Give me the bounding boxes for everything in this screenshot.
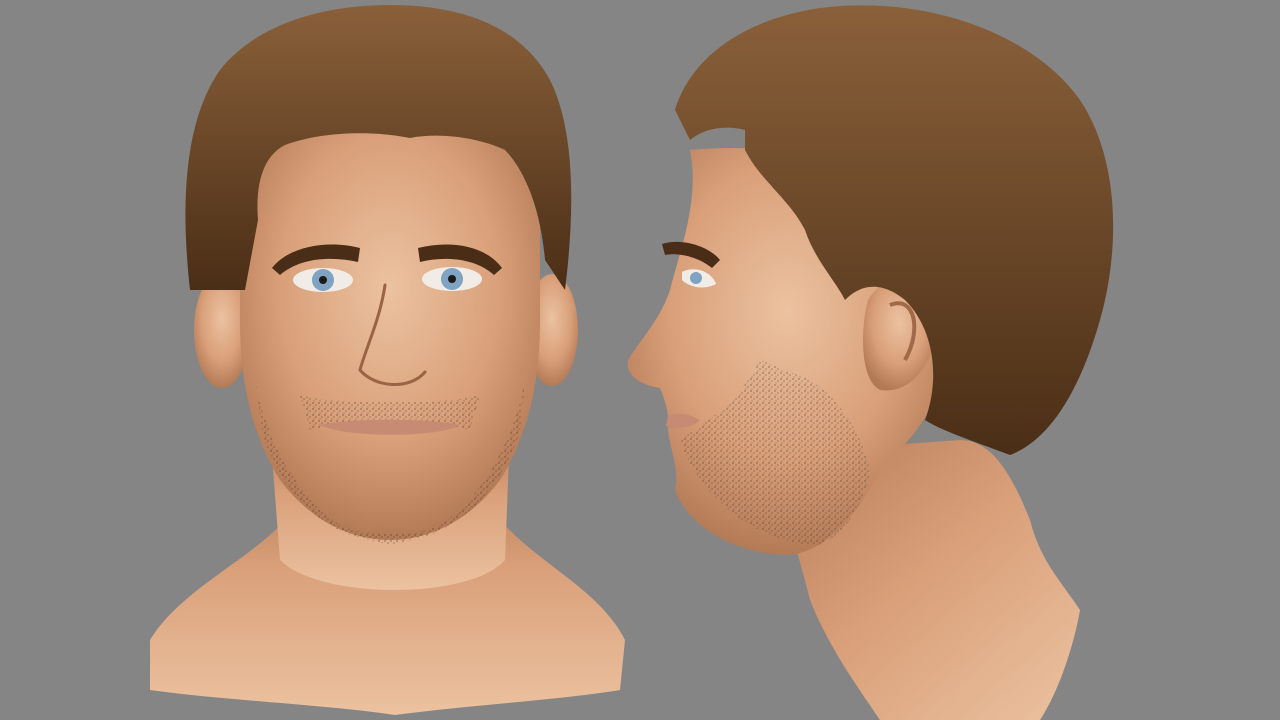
front-eye-right	[422, 267, 482, 291]
head-renders	[0, 0, 1280, 720]
front-eye-left	[293, 268, 353, 292]
front-head-view	[150, 5, 625, 715]
render-viewport	[0, 0, 1280, 720]
